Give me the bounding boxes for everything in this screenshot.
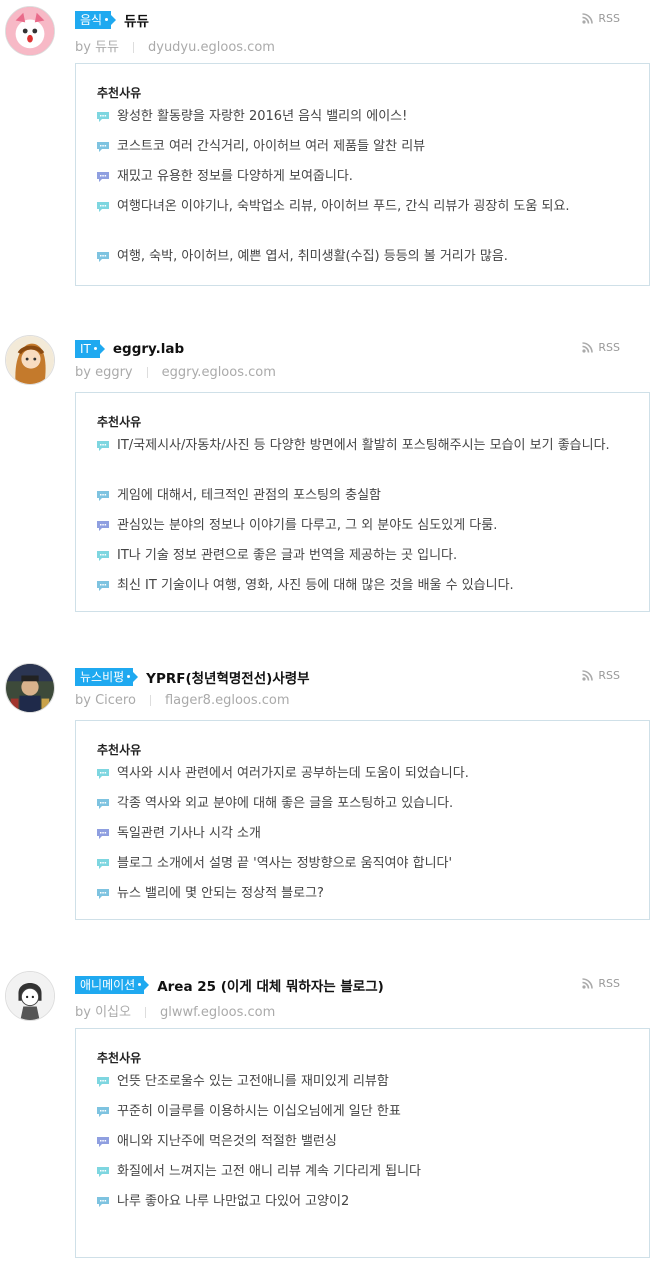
rss-button[interactable]: RSS <box>582 977 620 990</box>
recommendation-box: 추천사유 언뜻 단조로울수 있는 고전애니를 재미있게 리뷰함 꾸준히 이글루를… <box>75 1028 650 1258</box>
author[interactable]: by eggry <box>75 365 133 380</box>
blog-title[interactable]: Area 25 (이게 대체 뭐하자는 블로그) <box>157 975 384 995</box>
divider <box>149 695 151 706</box>
speech-bubble-icon <box>97 112 109 122</box>
blog-title[interactable]: eggry.lab <box>113 341 184 357</box>
speech-bubble-icon <box>97 252 109 262</box>
speech-bubble-icon <box>97 581 109 591</box>
reason-item: 뉴스 밸리에 몇 안되는 정상적 블로그? <box>97 885 617 903</box>
speech-bubble-icon <box>97 1077 109 1087</box>
speech-bubble-icon <box>97 142 109 152</box>
recommendation-box: 추천사유 왕성한 활동량을 자랑한 2016년 음식 밸리의 에이스! 코스트코… <box>75 63 650 286</box>
reason-item: 화질에서 느껴지는 고전 애니 리뷰 계속 기다리게 됩니다 <box>97 1163 617 1181</box>
speech-bubble-icon <box>97 859 109 869</box>
rss-button[interactable]: RSS <box>582 669 620 682</box>
rss-button[interactable]: RSS <box>582 341 620 354</box>
rss-icon <box>582 13 594 24</box>
reason-item: 독일관련 기사나 시각 소개 <box>97 825 617 843</box>
reason-item: 게임에 대해서, 테크적인 관점의 포스팅의 충실함 <box>97 487 617 505</box>
speech-bubble-icon <box>97 1197 109 1207</box>
speech-bubble-icon <box>97 799 109 809</box>
recommendation-header: 추천사유 <box>97 415 142 429</box>
category-badge[interactable]: IT <box>75 340 105 358</box>
rss-button[interactable]: RSS <box>582 12 620 25</box>
speech-bubble-icon <box>97 521 109 531</box>
reason-item: IT나 기술 정보 관련으로 좋은 글과 번역을 제공하는 곳 입니다. <box>97 547 617 565</box>
blog-entry: 애니메이션 Area 25 (이게 대체 뭐하자는 블로그) RSS by 이십… <box>0 965 659 1260</box>
speech-bubble-icon <box>97 829 109 839</box>
rss-icon <box>582 978 594 989</box>
author[interactable]: by Cicero <box>75 693 136 708</box>
speech-bubble-icon <box>97 441 109 451</box>
author[interactable]: by 이십오 <box>75 1005 131 1020</box>
category-badge[interactable]: 음식 <box>75 11 117 29</box>
reason-item: 애니와 지난주에 먹은것의 적절한 밸런싱 <box>97 1133 617 1151</box>
speech-bubble-icon <box>97 1107 109 1117</box>
speech-bubble-icon <box>97 172 109 182</box>
speech-bubble-icon <box>97 889 109 899</box>
speech-bubble-icon <box>97 1167 109 1177</box>
reason-item: 꾸준히 이글루를 이용하시는 이십오님에게 일단 한표 <box>97 1103 617 1121</box>
blog-title[interactable]: 듀듀 <box>124 10 149 30</box>
reason-item: 여행, 숙박, 아이허브, 예쁜 엽서, 취미생활(수집) 등등의 볼 거리가 … <box>97 248 617 266</box>
reason-item: 최신 IT 기술이나 여행, 영화, 사진 등에 대해 많은 것을 배울 수 있… <box>97 577 617 595</box>
speech-bubble-icon <box>97 769 109 779</box>
rss-label: RSS <box>598 12 620 25</box>
reason-item: 나루 좋아요 나루 나만없고 다있어 고양이2 <box>97 1193 617 1211</box>
blog-url[interactable]: flager8.egloos.com <box>165 693 290 708</box>
rss-label: RSS <box>598 977 620 990</box>
speech-bubble-icon <box>97 551 109 561</box>
speech-bubble-icon <box>97 202 109 212</box>
recommendation-box: 추천사유 역사와 시사 관련에서 여러가지로 공부하는데 도움이 되었습니다. … <box>75 720 650 920</box>
reason-item: 역사와 시사 관련에서 여러가지로 공부하는데 도움이 되었습니다. <box>97 765 617 783</box>
rss-label: RSS <box>598 341 620 354</box>
recommendation-header: 추천사유 <box>97 743 142 757</box>
reason-item: 관심있는 분야의 정보나 이야기를 다루고, 그 외 분야도 심도있게 다룸. <box>97 517 617 535</box>
rss-icon <box>582 670 594 681</box>
reason-item: 왕성한 활동량을 자랑한 2016년 음식 밸리의 에이스! <box>97 108 617 126</box>
recommendation-box: 추천사유 IT/국제시사/자동차/사진 등 다양한 방면에서 활발히 포스팅해주… <box>75 392 650 612</box>
reason-item: 여행다녀온 이야기나, 숙박업소 리뷰, 아이허브 푸드, 간식 리뷰가 굉장히… <box>97 198 617 216</box>
divider <box>133 42 134 53</box>
blog-entry: IT eggry.lab RSS by eggry eggry.egloos.co… <box>0 329 659 629</box>
category-badge[interactable]: 뉴스비평 <box>75 668 139 686</box>
reason-item: 재밌고 유용한 정보를 다양하게 보여줍니다. <box>97 168 617 186</box>
blog-entry: 음식 듀듀 RSS by 듀듀 dyudyu.egloos.com 추천사유 왕성… <box>0 0 659 300</box>
blog-entry: 뉴스비평 YPRF(청년혁명전선)사령부 RSS by Cicero flager… <box>0 657 659 927</box>
blog-url[interactable]: dyudyu.egloos.com <box>148 40 275 55</box>
rss-label: RSS <box>598 669 620 682</box>
speech-bubble-icon <box>97 491 109 501</box>
blog-title[interactable]: YPRF(청년혁명전선)사령부 <box>146 667 309 687</box>
reason-item: 코스트코 여러 간식거리, 아이허브 여러 제품들 알찬 리뷰 <box>97 138 617 156</box>
recommendation-header: 추천사유 <box>97 86 142 100</box>
reason-item: 언뜻 단조로울수 있는 고전애니를 재미있게 리뷰함 <box>97 1073 617 1091</box>
avatar[interactable] <box>5 335 55 385</box>
avatar[interactable] <box>5 663 55 713</box>
avatar[interactable] <box>5 6 55 56</box>
category-badge[interactable]: 애니메이션 <box>75 976 150 994</box>
reason-item: IT/국제시사/자동차/사진 등 다양한 방면에서 활발히 포스팅해주시는 모습… <box>97 437 617 455</box>
divider <box>146 367 148 378</box>
reason-item: 각종 역사와 외교 분야에 대해 좋은 글을 포스팅하고 있습니다. <box>97 795 617 813</box>
rss-icon <box>582 342 594 353</box>
recommendation-header: 추천사유 <box>97 1051 142 1065</box>
reason-item: 블로그 소개에서 설명 끝 '역사는 정방향으로 움직여야 합니다' <box>97 855 617 873</box>
blog-url[interactable]: glwwf.egloos.com <box>160 1005 275 1020</box>
author[interactable]: by 듀듀 <box>75 40 119 55</box>
divider <box>144 1007 146 1018</box>
blog-url[interactable]: eggry.egloos.com <box>162 365 276 380</box>
speech-bubble-icon <box>97 1137 109 1147</box>
avatar[interactable] <box>5 971 55 1021</box>
